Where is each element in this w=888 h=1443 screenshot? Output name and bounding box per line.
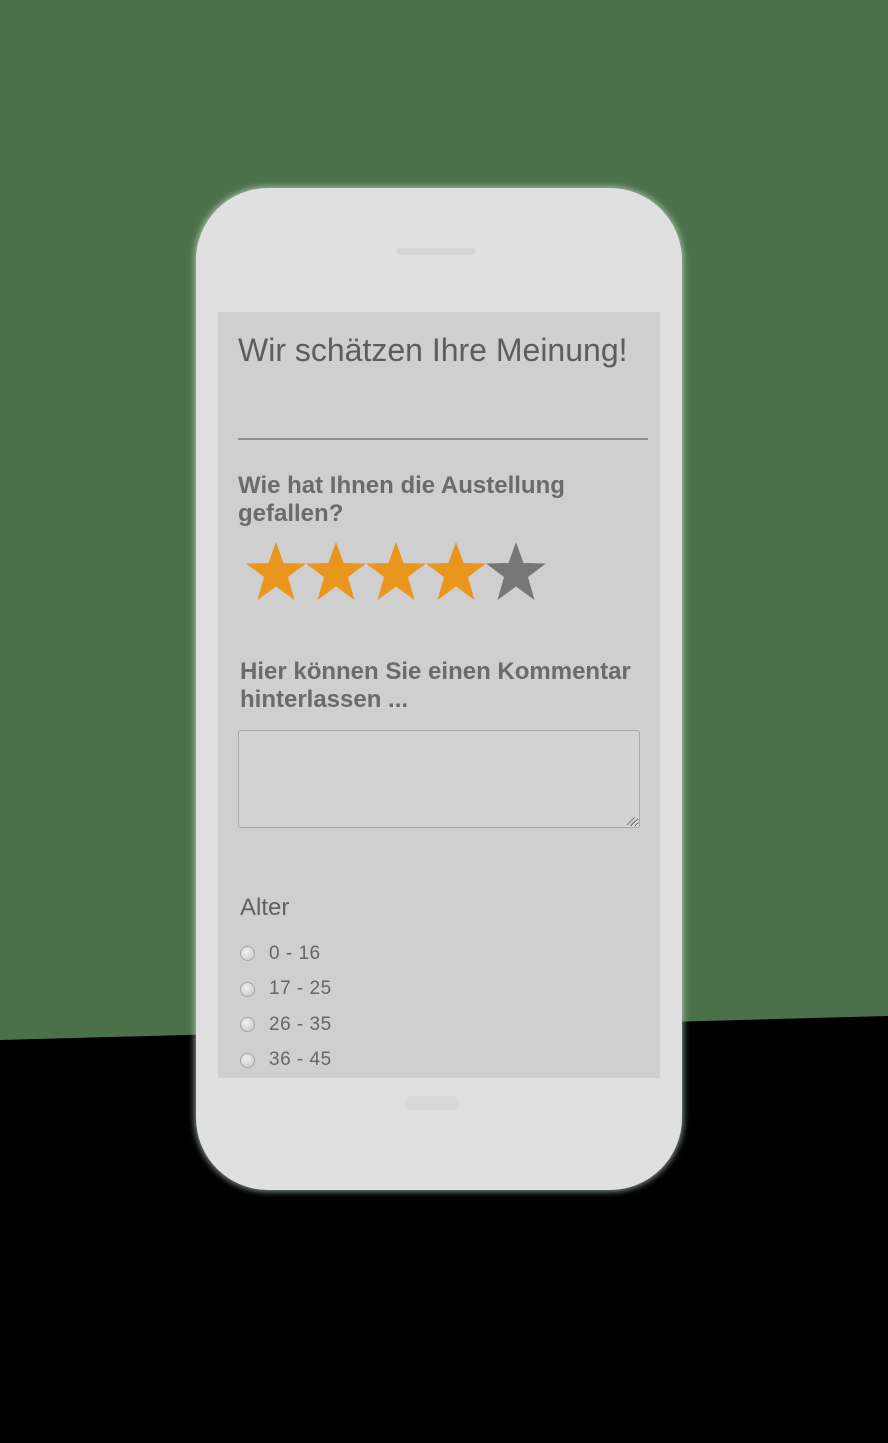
age-radio-group: 0 - 16 17 - 25 26 - 35 36 - 45 xyxy=(240,936,540,1078)
radio-button[interactable] xyxy=(240,1017,255,1033)
resize-grip-icon[interactable] xyxy=(624,814,636,826)
star-rating[interactable] xyxy=(246,540,546,604)
radio-button[interactable] xyxy=(240,946,255,962)
radio-button[interactable] xyxy=(240,1052,255,1068)
age-option[interactable]: 26 - 35 xyxy=(240,1007,540,1043)
phone-speaker xyxy=(396,248,476,255)
star-icon[interactable] xyxy=(366,540,426,602)
home-button[interactable] xyxy=(404,1096,460,1110)
star-icon[interactable] xyxy=(246,540,306,602)
star-icon[interactable] xyxy=(486,540,546,602)
age-option[interactable]: 36 - 45 xyxy=(240,1043,540,1079)
star-icon[interactable] xyxy=(306,540,366,602)
age-option[interactable]: 0 - 16 xyxy=(240,936,540,972)
page-title: Wir schätzen Ihre Meinung! xyxy=(238,332,628,368)
age-option-label[interactable]: 17 - 25 xyxy=(269,978,332,1000)
comment-label: Hier können Sie einen Kommentar hinterla… xyxy=(240,658,631,713)
age-option[interactable]: 17 - 25 xyxy=(240,972,540,1008)
age-option-label[interactable]: 26 - 35 xyxy=(269,1014,332,1036)
age-option-label[interactable]: 0 - 16 xyxy=(269,943,321,965)
phone-screen: Wir schätzen Ihre Meinung! Wie hat Ihnen… xyxy=(218,312,660,1078)
rating-question: Wie hat Ihnen die Austellung gefallen? xyxy=(238,472,565,527)
phone-mockup: Wir schätzen Ihre Meinung! Wie hat Ihnen… xyxy=(196,188,682,1190)
title-divider xyxy=(238,438,648,440)
star-icon[interactable] xyxy=(426,540,486,602)
comment-textarea[interactable] xyxy=(238,730,640,828)
radio-button[interactable] xyxy=(240,981,255,997)
age-label: Alter xyxy=(240,894,290,921)
age-option-label[interactable]: 36 - 45 xyxy=(269,1049,332,1071)
